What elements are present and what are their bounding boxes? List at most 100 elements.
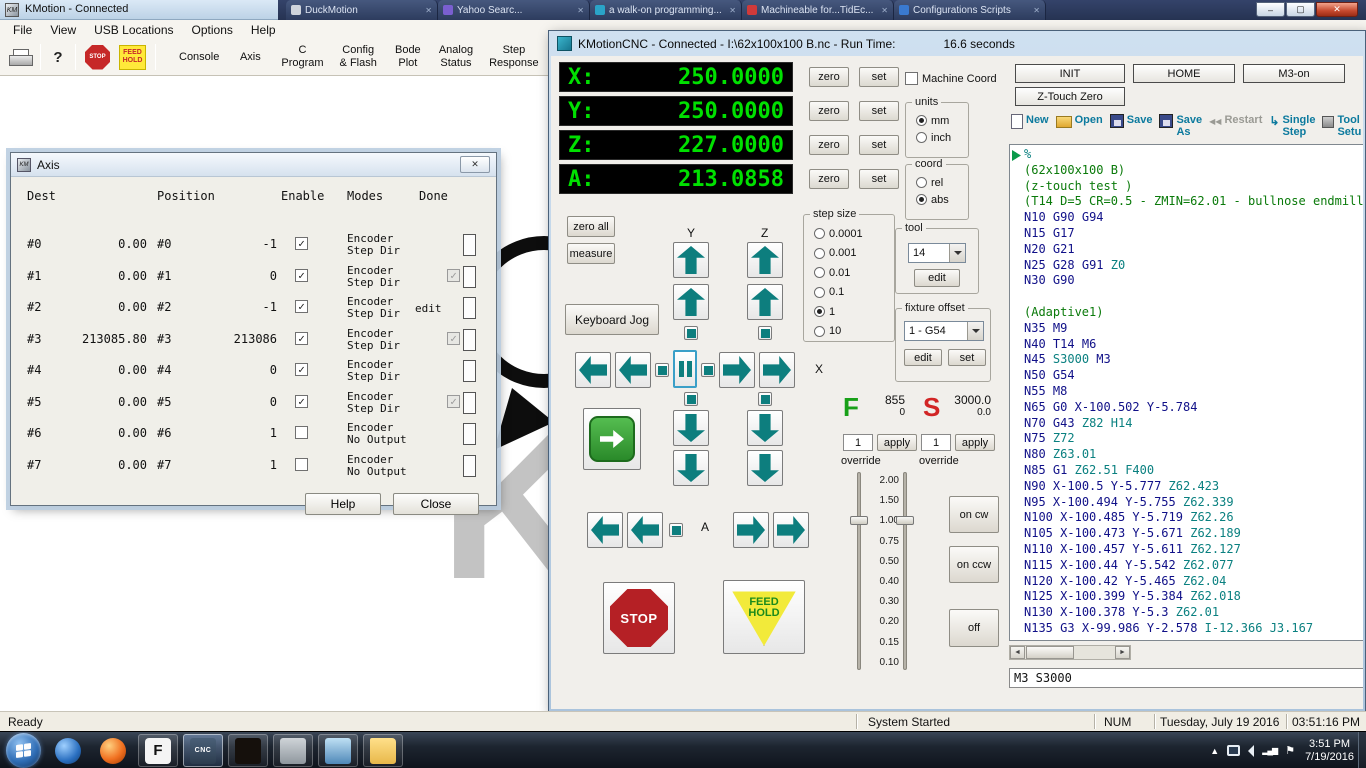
- tab-close-icon[interactable]: ✕: [425, 6, 432, 15]
- set-button[interactable]: set: [859, 135, 899, 155]
- minimize-button[interactable]: –: [1256, 2, 1285, 17]
- step-size-option-0.001[interactable]: 0.001: [814, 244, 890, 264]
- tray-display-icon[interactable]: [1227, 745, 1240, 756]
- single-step-button[interactable]: ↳SingleStep: [1269, 112, 1315, 142]
- kmotion-icon[interactable]: [273, 734, 313, 767]
- jog-x-plus-button[interactable]: [719, 352, 755, 388]
- show-desktop-button[interactable]: [1358, 732, 1366, 768]
- jog-y-plus-button[interactable]: [673, 284, 709, 320]
- spindle-slider-handle[interactable]: [896, 516, 914, 525]
- jog-a-minus-button[interactable]: [627, 512, 663, 548]
- menu-view[interactable]: View: [41, 23, 85, 37]
- enable-checkbox[interactable]: ✓: [295, 363, 308, 376]
- set-button[interactable]: set: [859, 169, 899, 189]
- tool-icon[interactable]: [228, 734, 268, 767]
- kmotioncnc-titlebar[interactable]: KMotionCNC - Connected - I:\62x100x100 B…: [549, 31, 1365, 56]
- bode-plot-button[interactable]: BodePlot: [385, 43, 431, 71]
- jog-y-minus-button[interactable]: [673, 410, 709, 446]
- explorer-folder-icon[interactable]: [363, 734, 403, 767]
- cycle-start-button[interactable]: [583, 408, 641, 470]
- spindle-apply-button[interactable]: apply: [955, 434, 995, 451]
- spindle-off-button[interactable]: off: [949, 609, 999, 647]
- mdi-command-input[interactable]: M3 S3000: [1009, 668, 1363, 688]
- fixture-offset-select[interactable]: 1 - G54: [904, 321, 984, 341]
- step-response-button[interactable]: StepResponse: [481, 43, 547, 71]
- menu-usb-locations[interactable]: USB Locations: [85, 23, 182, 37]
- tray-expand-icon[interactable]: ▲: [1210, 746, 1219, 756]
- jog-z-plus-step-button[interactable]: [758, 326, 772, 340]
- open-button[interactable]: Open: [1056, 112, 1103, 142]
- step-size-option-0.1[interactable]: 0.1: [814, 283, 890, 303]
- scroll-right-icon[interactable]: ►: [1115, 646, 1130, 659]
- taskbar-clock[interactable]: 3:51 PM 7/19/2016: [1305, 738, 1354, 764]
- jog-z-minus-fast-button[interactable]: [747, 450, 783, 486]
- zero-button[interactable]: zero: [809, 101, 849, 121]
- print-icon[interactable]: [9, 49, 31, 66]
- axis-dialog-titlebar[interactable]: KM Axis ✕: [11, 153, 496, 177]
- enable-checkbox[interactable]: [295, 426, 308, 439]
- browser-tab[interactable]: Machineable for...TidEc...✕: [742, 0, 894, 20]
- console-button[interactable]: Console: [171, 50, 227, 65]
- machine-coord-checkbox[interactable]: [905, 72, 918, 85]
- fixture-edit-button[interactable]: edit: [904, 349, 942, 366]
- help-icon[interactable]: ?: [50, 49, 66, 66]
- jog-x-minus-fast-button[interactable]: [575, 352, 611, 388]
- new-button[interactable]: New: [1011, 112, 1049, 142]
- enable-checkbox[interactable]: ✓: [295, 395, 308, 408]
- step-size-option-10[interactable]: 10: [814, 322, 890, 342]
- fusion-icon[interactable]: F: [138, 734, 178, 767]
- step-size-option-1[interactable]: 1: [814, 302, 890, 322]
- zero-button[interactable]: zero: [809, 67, 849, 87]
- jog-y-minus-step-button[interactable]: [684, 392, 698, 406]
- stop-button[interactable]: STOP: [603, 582, 675, 654]
- jog-x-minus-button[interactable]: [615, 352, 651, 388]
- maximize-button[interactable]: ▢: [1286, 2, 1315, 17]
- browser-tab[interactable]: a walk-on programming...✕: [590, 0, 742, 20]
- z-touch-zero-button[interactable]: Z-Touch Zero: [1015, 87, 1125, 106]
- keyboard-jog-button[interactable]: Keyboard Jog: [565, 304, 659, 335]
- zero-button[interactable]: zero: [809, 169, 849, 189]
- feed-override-input[interactable]: 1: [843, 434, 873, 451]
- gcode-editor[interactable]: %(62x100x100 B)(z-touch test )(T14 D=5 C…: [1009, 144, 1363, 641]
- browser-tab[interactable]: DuckMotion✕: [286, 0, 438, 20]
- close-button[interactable]: ✕: [1316, 2, 1358, 17]
- scrollbar-thumb[interactable]: [1026, 646, 1074, 659]
- menu-file[interactable]: File: [4, 23, 41, 37]
- jog-z-plus-button[interactable]: [747, 284, 783, 320]
- jog-x-plus-step-button[interactable]: [701, 363, 715, 377]
- tab-close-icon[interactable]: ✕: [1033, 6, 1040, 15]
- help-button[interactable]: Help: [305, 493, 381, 515]
- browser-tab[interactable]: Configurations Scripts✕: [894, 0, 1046, 20]
- step-size-option-0.0001[interactable]: 0.0001: [814, 224, 890, 244]
- firefox-icon[interactable]: [93, 734, 133, 767]
- spindle-on-ccw-button[interactable]: on ccw: [949, 546, 999, 583]
- photo-viewer-icon[interactable]: [318, 734, 358, 767]
- action-center-flag-icon[interactable]: ⚑: [1285, 744, 1295, 757]
- init-button[interactable]: INIT: [1015, 64, 1125, 83]
- feed-hold-button[interactable]: FEED HOLD: [723, 580, 805, 654]
- browser-icon[interactable]: [48, 734, 88, 767]
- restart-button[interactable]: ◀◀Restart: [1209, 112, 1262, 142]
- jog-pause-button[interactable]: [673, 350, 697, 388]
- tool-setup-button[interactable]: ToolSetu: [1322, 112, 1361, 142]
- tab-close-icon[interactable]: ✕: [729, 6, 736, 15]
- set-button[interactable]: set: [859, 67, 899, 87]
- m3-on-button[interactable]: M3-on: [1243, 64, 1345, 83]
- menu-options[interactable]: Options: [183, 23, 242, 37]
- enable-checkbox[interactable]: ✓: [295, 237, 308, 250]
- browser-tab[interactable]: Yahoo Searc...✕: [438, 0, 590, 20]
- tray-volume-icon[interactable]: [1248, 745, 1254, 757]
- home-button[interactable]: HOME: [1133, 64, 1235, 83]
- dialog-close-icon[interactable]: ✕: [460, 156, 490, 173]
- spindle-override-slider[interactable]: [903, 472, 907, 670]
- jog-y-plus-fast-button[interactable]: [673, 242, 709, 278]
- menu-help[interactable]: Help: [242, 23, 285, 37]
- jog-z-plus-fast-button[interactable]: [747, 242, 783, 278]
- close-dialog-button[interactable]: Close: [393, 493, 479, 515]
- start-button[interactable]: [6, 733, 41, 768]
- jog-a-minus-fast-button[interactable]: [587, 512, 623, 548]
- axis-button[interactable]: Axis: [227, 50, 273, 65]
- spindle-on-cw-button[interactable]: on cw: [949, 496, 999, 533]
- scroll-left-icon[interactable]: ◄: [1010, 646, 1025, 659]
- stop-icon[interactable]: STOP: [85, 45, 110, 70]
